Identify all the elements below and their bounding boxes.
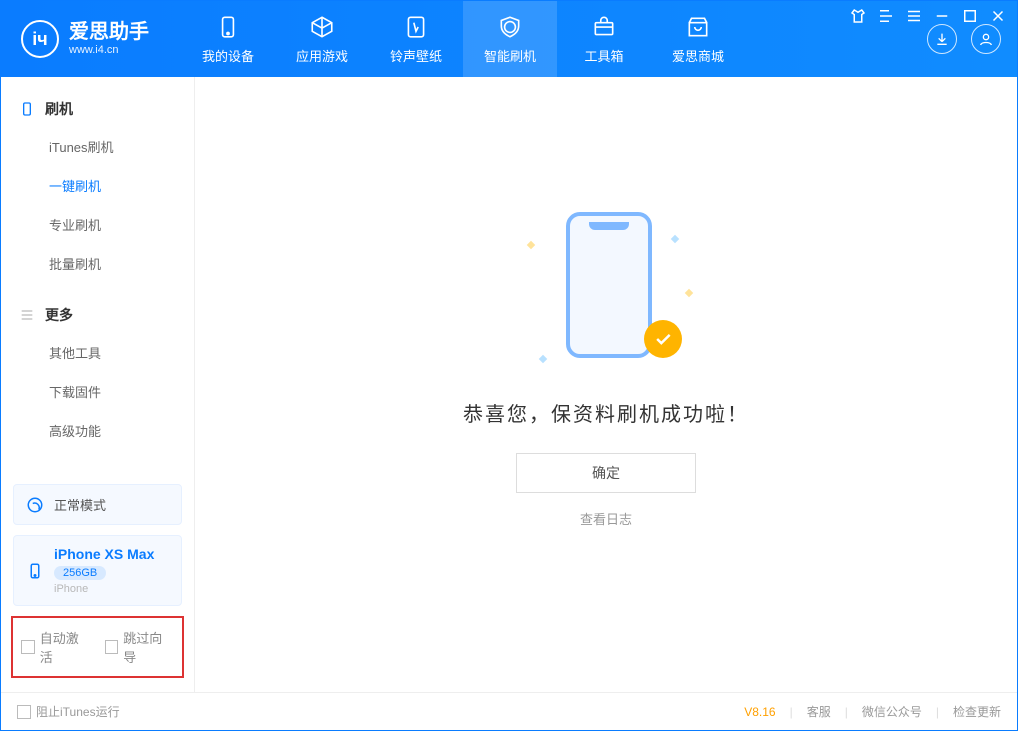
- nav-ringtones[interactable]: 铃声壁纸: [369, 1, 463, 77]
- profile-button[interactable]: [971, 24, 1001, 54]
- sidebar-item-batch-flash[interactable]: 批量刷机: [1, 244, 194, 283]
- download-button[interactable]: [927, 24, 957, 54]
- menu-icon[interactable]: [877, 7, 895, 25]
- window-controls: [849, 7, 1007, 25]
- ok-button[interactable]: 确定: [516, 453, 696, 493]
- sidebar-section-flash: 刷机: [1, 91, 194, 127]
- device-card[interactable]: iPhone XS Max 256GB iPhone: [13, 535, 182, 606]
- maximize-icon[interactable]: [961, 7, 979, 25]
- minimize-icon[interactable]: [933, 7, 951, 25]
- nav-store[interactable]: 爱思商城: [651, 1, 745, 77]
- nav-my-device[interactable]: 我的设备: [181, 1, 275, 77]
- nav-toolbox[interactable]: 工具箱: [557, 1, 651, 77]
- check-update-link[interactable]: 检查更新: [953, 703, 1001, 720]
- mode-label: 正常模式: [54, 495, 106, 514]
- nav-label: 爱思商城: [672, 46, 724, 65]
- main-content: 恭喜您，保资料刷机成功啦！ 确定 查看日志: [195, 77, 1017, 692]
- sidebar-item-advanced[interactable]: 高级功能: [1, 411, 194, 450]
- options-box: 自动激活 跳过向导: [11, 616, 184, 678]
- top-nav: 我的设备 应用游戏 铃声壁纸 智能刷机 工具箱 爱思商城: [181, 1, 745, 77]
- checkbox-block-itunes[interactable]: 阻止iTunes运行: [17, 703, 120, 720]
- sidebar-item-other-tools[interactable]: 其他工具: [1, 333, 194, 372]
- nav-label: 我的设备: [202, 46, 254, 65]
- device-capacity: 256GB: [54, 566, 106, 580]
- success-message: 恭喜您，保资料刷机成功啦！: [463, 398, 749, 427]
- checkbox-skip-guide[interactable]: 跳过向导: [105, 628, 175, 666]
- sidebar-item-download-firmware[interactable]: 下载固件: [1, 372, 194, 411]
- nav-apps-games[interactable]: 应用游戏: [275, 1, 369, 77]
- app-window: { "brand":{"name":"爱思助手","url":"www.i4.c…: [0, 0, 1018, 731]
- brand-name: 爱思助手: [69, 20, 149, 44]
- device-type: iPhone: [54, 583, 154, 595]
- success-illustration: [536, 202, 676, 372]
- header-right: [927, 24, 1017, 54]
- sidebar-item-one-click-flash[interactable]: 一键刷机: [1, 166, 194, 205]
- brand-url: www.i4.cn: [69, 44, 149, 57]
- footer: 阻止iTunes运行 V8.16 | 客服 | 微信公众号 | 检查更新: [1, 692, 1017, 730]
- sidebar-item-pro-flash[interactable]: 专业刷机: [1, 205, 194, 244]
- nav-label: 智能刷机: [484, 46, 536, 65]
- mode-card[interactable]: 正常模式: [13, 484, 182, 525]
- sidebar: 刷机 iTunes刷机 一键刷机 专业刷机 批量刷机 更多 其他工具 下载固件 …: [1, 77, 195, 692]
- list-icon[interactable]: [905, 7, 923, 25]
- support-link[interactable]: 客服: [807, 703, 831, 720]
- nav-label: 应用游戏: [296, 46, 348, 65]
- wechat-link[interactable]: 微信公众号: [862, 703, 922, 720]
- logo: iч 爱思助手 www.i4.cn: [1, 20, 169, 58]
- sidebar-section-more: 更多: [1, 297, 194, 333]
- nav-label: 铃声壁纸: [390, 46, 442, 65]
- sidebar-item-itunes-flash[interactable]: iTunes刷机: [1, 127, 194, 166]
- phone-icon: [566, 212, 652, 358]
- shirt-icon[interactable]: [849, 7, 867, 25]
- version-label: V8.16: [744, 705, 775, 719]
- nav-smart-flash[interactable]: 智能刷机: [463, 1, 557, 77]
- checkbox-auto-activate[interactable]: 自动激活: [21, 628, 91, 666]
- view-log-link[interactable]: 查看日志: [580, 509, 632, 528]
- logo-icon: iч: [21, 20, 59, 58]
- nav-label: 工具箱: [584, 46, 623, 65]
- device-name: iPhone XS Max: [54, 546, 154, 562]
- check-badge-icon: [644, 320, 682, 358]
- close-icon[interactable]: [989, 7, 1007, 25]
